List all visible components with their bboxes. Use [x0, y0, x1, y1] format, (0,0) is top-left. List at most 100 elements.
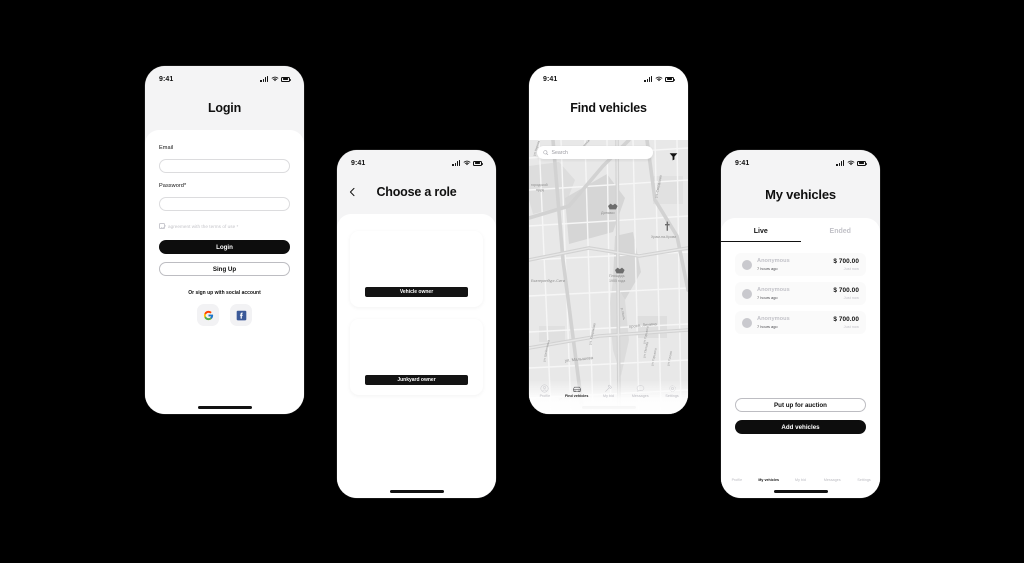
tab-label: Profile [731, 477, 743, 482]
email-input[interactable] [159, 159, 290, 173]
avatar [742, 288, 752, 299]
vehicles-sheet: Live Ended Anonymous 7 hours ago $ 700.0… [721, 218, 880, 498]
tab-ended[interactable]: Ended [801, 228, 881, 242]
login-screen-content: 9:41 Login Email Password* agreement wit… [145, 66, 304, 414]
tab-label: My bid [603, 394, 614, 399]
tab-messages[interactable]: Messages [625, 384, 655, 398]
cellular-bars-icon [260, 76, 268, 82]
status-time: 9:41 [159, 75, 174, 83]
phone-vehicles-screen: 9:41 My vehicles Live Ended Anonymous 7 … [721, 150, 880, 498]
bid-ago: Just now [843, 266, 859, 272]
terms-checkbox[interactable] [159, 223, 166, 229]
chat-icon [636, 385, 644, 392]
terms-label: agreement with the terms of use * [168, 223, 239, 229]
map-canvas[interactable]: городской пруд Динамо Екатеринбург-Сити … [529, 140, 688, 414]
page-title: Find vehicles [570, 101, 647, 115]
status-bar: 9:41 [145, 66, 304, 86]
login-button[interactable]: Login [159, 240, 290, 254]
status-icons [260, 76, 291, 82]
svg-text:пруд: пруд [536, 188, 545, 192]
phone-login-screen: 9:41 Login Email Password* agreement wit… [145, 66, 304, 414]
tab-label: Settings [857, 477, 871, 482]
wifi-icon [655, 76, 662, 82]
junkyard-owner-button[interactable]: Junkyard owner [365, 375, 468, 385]
tab-my-bid[interactable]: My bid [593, 384, 623, 399]
status-time: 9:41 [351, 159, 366, 167]
map-header: Find vehicles [529, 86, 688, 130]
signup-button[interactable]: Sing Up [159, 262, 290, 276]
facebook-signin-button[interactable] [230, 304, 252, 326]
page-title: My vehicles [765, 186, 836, 202]
map-graphic: городской пруд Динамо Екатеринбург-Сити … [529, 140, 688, 414]
bottom-tab-bar: Profile Find vehicles My bid Messages Se… [529, 380, 688, 402]
bid-price: $ 700.00 [833, 286, 859, 294]
terms-agreement-row[interactable]: agreement with the terms of use * [159, 223, 290, 229]
row-price-block: $ 700.00 Just now [833, 316, 859, 330]
bid-ago: Just now [843, 324, 859, 330]
role-header: Choose a role [337, 170, 496, 214]
role-screen-content: 9:41 Choose a role Vehicle owner Junkyar… [337, 150, 496, 498]
status-time: 9:41 [735, 159, 750, 167]
battery-icon [857, 160, 867, 166]
bidder-name: Anonymous [757, 316, 790, 323]
wifi-icon [271, 76, 278, 82]
svg-text:Динамо: Динамо [601, 211, 615, 215]
map-screen-content: 9:41 Find vehicles городской пруд Динамо… [529, 66, 688, 414]
add-vehicles-button[interactable]: Add vehicles [735, 420, 866, 434]
filter-button[interactable] [669, 148, 678, 166]
tab-my-vehicles[interactable]: My vehicles [754, 476, 784, 482]
email-label: Email [159, 145, 174, 151]
bid-ago: Just now [843, 295, 859, 301]
tab-settings[interactable]: Settings [657, 384, 687, 398]
status-bar: 9:41 [529, 66, 688, 86]
battery-icon [473, 160, 483, 166]
role-card-junkyard-owner[interactable]: Junkyard owner [350, 319, 483, 395]
signup-button-wrap: Sing Up [159, 262, 290, 276]
status-bar: 9:41 [337, 150, 496, 170]
table-row[interactable]: Anonymous 7 hours ago $ 700.00 Just now [735, 282, 866, 305]
avatar [742, 317, 752, 328]
vehicle-owner-button[interactable]: Vehicle owner [365, 287, 468, 297]
google-signin-button[interactable] [197, 304, 219, 326]
password-field-group: Password* [159, 183, 290, 211]
tab-settings[interactable]: Settings [849, 476, 879, 482]
login-header: Login [145, 86, 304, 130]
screenshot-canvas: 9:41 Login Email Password* agreement wit… [0, 0, 1024, 563]
row-texts: Anonymous 7 hours ago [757, 258, 828, 271]
put-up-for-auction-button[interactable]: Put up for auction [735, 398, 866, 412]
password-label: Password* [159, 183, 187, 189]
gavel-icon [605, 384, 612, 392]
row-price-block: $ 700.00 Just now [833, 258, 859, 272]
status-time: 9:41 [543, 75, 558, 83]
status-icons [452, 160, 483, 166]
tab-my-bid[interactable]: My bid [785, 476, 815, 482]
login-button-wrap: Login [159, 240, 290, 254]
chevron-left-icon [349, 187, 355, 197]
wifi-icon [463, 160, 470, 166]
email-field-group: Email [159, 145, 290, 173]
svg-text:Екатеринбург-Сити: Екатеринбург-Сити [531, 279, 565, 283]
password-input[interactable] [159, 197, 290, 211]
tab-messages[interactable]: Messages [817, 476, 847, 482]
table-row[interactable]: Anonymous 7 hours ago $ 700.00 Just now [735, 311, 866, 334]
back-button[interactable] [348, 187, 357, 197]
social-signup-label: Or sign up with social account [188, 290, 261, 296]
cellular-bars-icon [644, 76, 652, 82]
tab-find-vehicles[interactable]: Find vehicles [562, 384, 592, 398]
cellular-bars-icon [452, 160, 460, 166]
tab-label: My bid [795, 477, 806, 482]
social-buttons-row [159, 304, 290, 326]
row-texts: Anonymous 7 hours ago [757, 287, 828, 300]
vehicles-tabs: Live Ended [721, 228, 880, 242]
map-search-bar[interactable]: Search [537, 146, 653, 159]
tab-profile[interactable]: Profile [722, 476, 752, 482]
vehicles-screen-content: 9:41 My vehicles Live Ended Anonymous 7 … [721, 150, 880, 498]
role-card-vehicle-owner[interactable]: Vehicle owner [350, 231, 483, 307]
tab-profile[interactable]: Profile [530, 384, 560, 398]
tab-live[interactable]: Live [721, 228, 801, 242]
table-row[interactable]: Anonymous 7 hours ago $ 700.00 Just now [735, 253, 866, 276]
svg-text:1905 года: 1905 года [609, 279, 625, 283]
wifi-icon [847, 160, 854, 166]
bid-time: 7 hours ago [757, 265, 778, 271]
vehicles-list: Anonymous 7 hours ago $ 700.00 Just now … [721, 242, 880, 334]
